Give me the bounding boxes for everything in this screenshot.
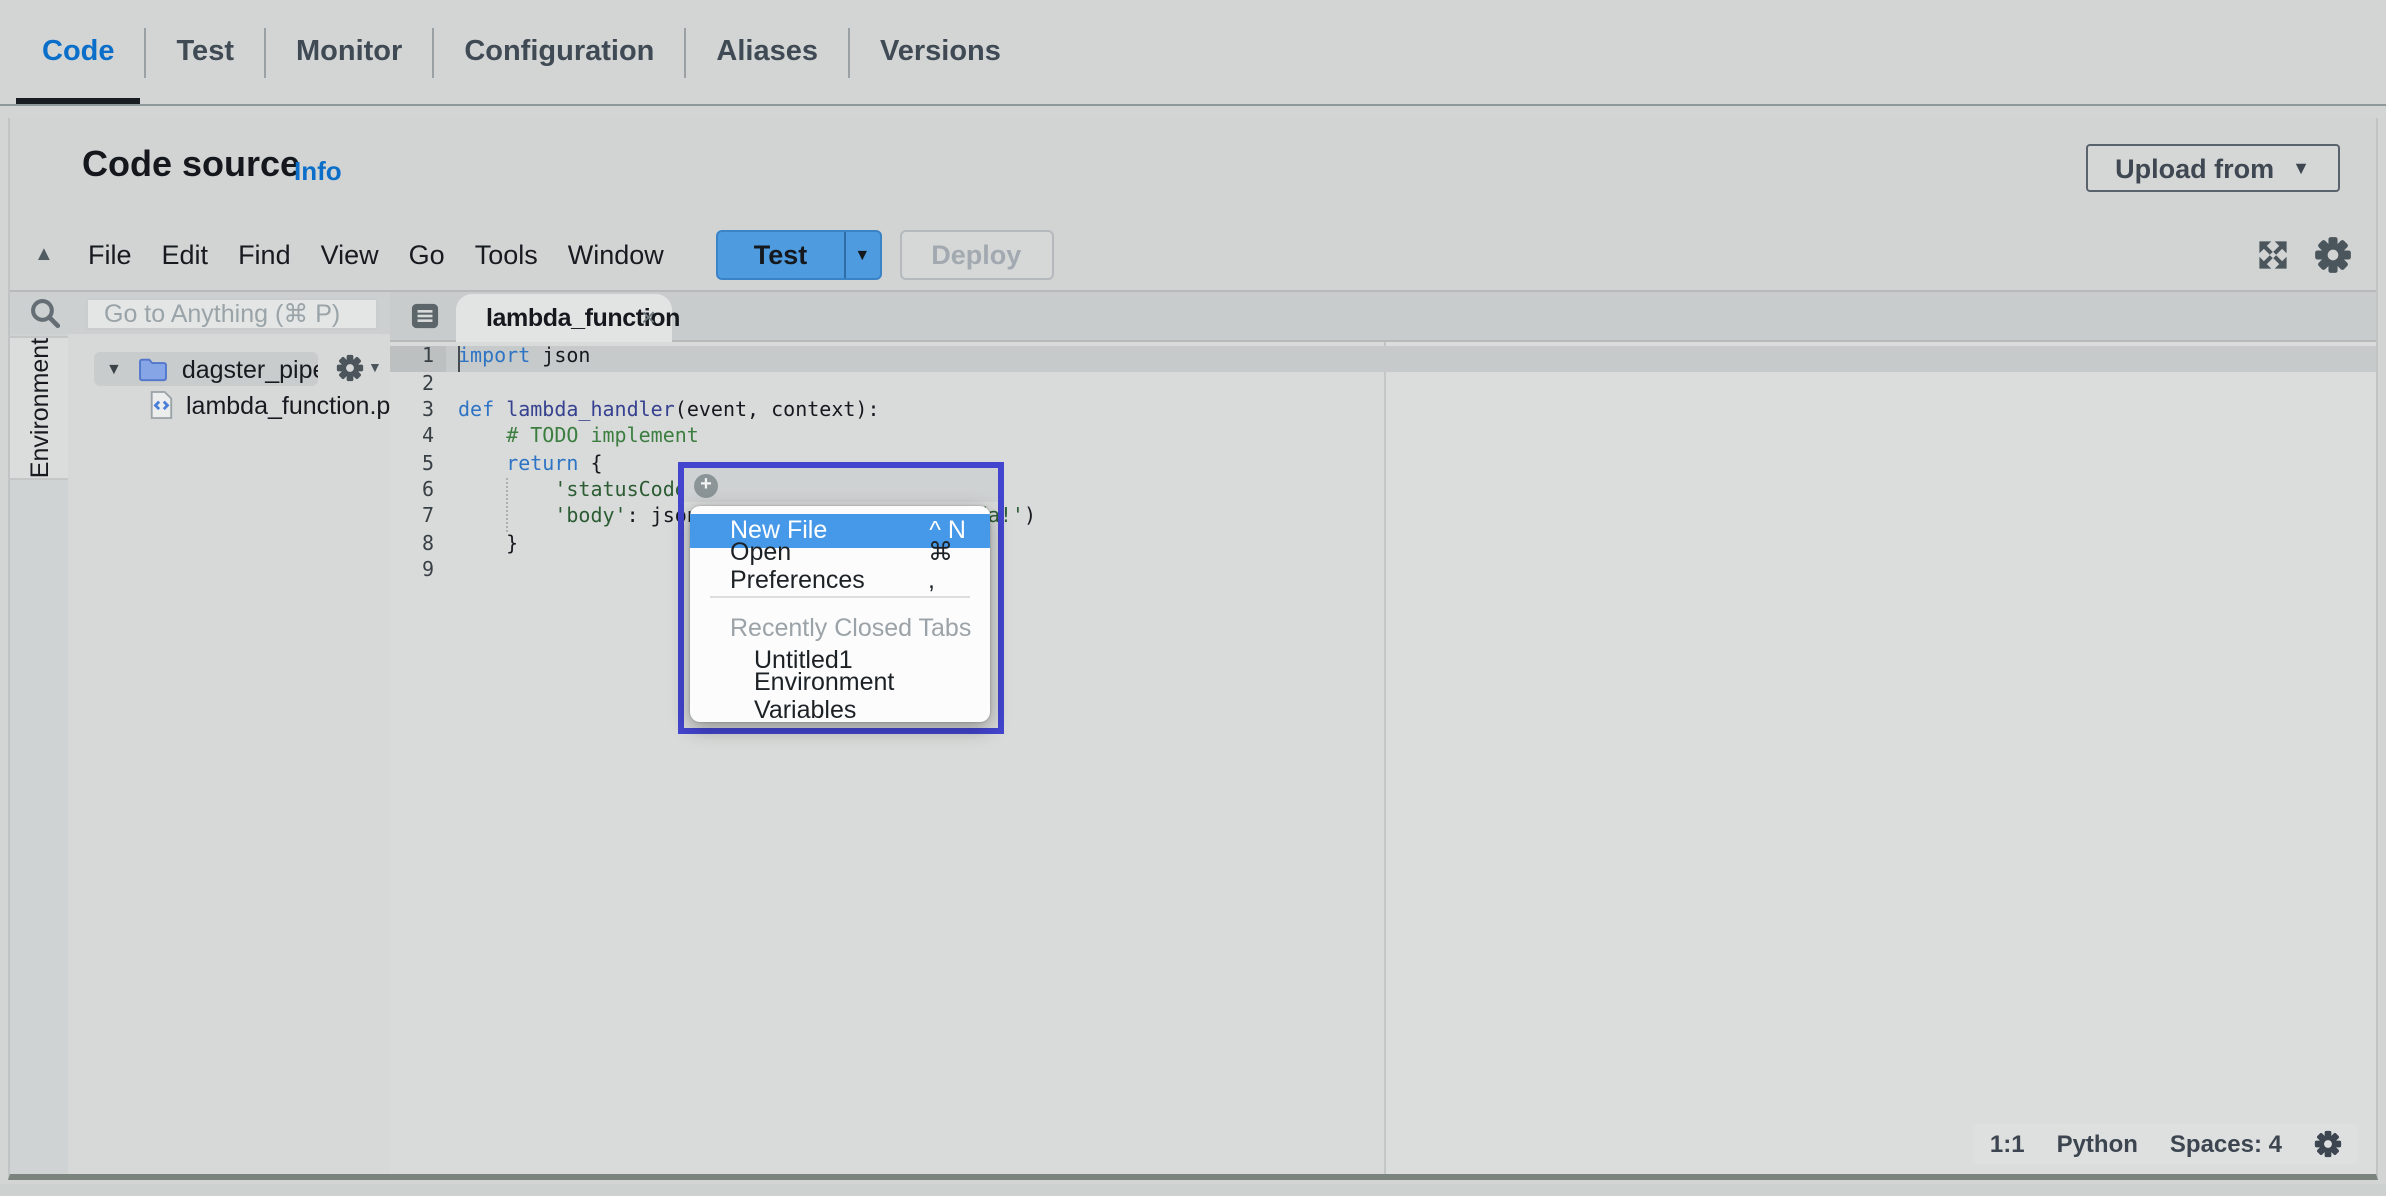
- chevron-down-icon: ▼: [368, 361, 382, 375]
- function-tab-bar: Code Test Monitor Configuration Aliases …: [0, 0, 2386, 106]
- environment-side-tab[interactable]: Environment: [10, 336, 68, 480]
- upload-from-label: Upload from: [2115, 153, 2274, 183]
- environment-side-tab-label: Environment: [25, 338, 53, 478]
- tree-folder-row[interactable]: ▼ dagster_pipes_funct: [94, 352, 318, 386]
- page-bottom-strip: [0, 1184, 2386, 1196]
- chevron-down-icon: ▼: [2292, 158, 2310, 178]
- go-to-anything-input[interactable]: [86, 297, 378, 329]
- menu-file[interactable]: File: [88, 240, 132, 270]
- indentation-setting[interactable]: Spaces: 4: [2170, 1130, 2282, 1158]
- search-icon[interactable]: [28, 296, 62, 330]
- close-tab-icon[interactable]: ×: [641, 302, 656, 332]
- tab-versions[interactable]: Versions: [850, 0, 1031, 104]
- folder-icon: [138, 356, 168, 382]
- code-line: # TODO implement: [458, 425, 2376, 452]
- chevron-down-icon: ▼: [854, 246, 870, 264]
- code-line: import json: [458, 345, 2376, 372]
- fullscreen-icon[interactable]: [2256, 238, 2290, 272]
- side-dock-strip: Environment: [10, 334, 68, 1174]
- tree-folder-label: dagster_pipes_funct: [182, 355, 318, 383]
- python-file-icon: [148, 390, 174, 420]
- tab-context-menu: New File ^ N Open Preferences ⌘ , Recent…: [690, 505, 990, 721]
- editor-menubar: File Edit Find View Go Tools Window: [88, 240, 664, 270]
- tab-code[interactable]: Code: [12, 0, 145, 104]
- gear-icon: [336, 354, 364, 382]
- tab-list-icon[interactable]: [410, 302, 440, 330]
- menu-window[interactable]: Window: [568, 240, 664, 270]
- menu-item-shortcut: ⌘ ,: [928, 537, 966, 595]
- menu-edit[interactable]: Edit: [162, 240, 209, 270]
- menu-divider: [710, 595, 970, 597]
- workspace: Environment ▼ dagster_pipes_funct: [10, 292, 2376, 1174]
- lambda-console-page: Code Test Monitor Configuration Aliases …: [0, 0, 2386, 1196]
- toolbar-right-icons: [2256, 236, 2352, 274]
- deploy-button-label: Deploy: [931, 240, 1021, 270]
- tree-settings-button[interactable]: ▼: [336, 354, 382, 382]
- overlay-tab-strip: [684, 467, 998, 501]
- test-split-button[interactable]: Test ▼: [716, 230, 882, 280]
- menu-find[interactable]: Find: [238, 240, 291, 270]
- menu-tools[interactable]: Tools: [475, 240, 538, 270]
- new-tab-plus-button[interactable]: +: [694, 474, 718, 498]
- code-source-panel: Code source Info Upload from ▼ ▲ File Ed…: [8, 118, 2378, 1180]
- cursor-position[interactable]: 1:1: [1990, 1130, 2025, 1158]
- info-link[interactable]: Info: [294, 156, 342, 186]
- tab-versions-label: Versions: [880, 36, 1001, 68]
- code-line: [458, 371, 2376, 398]
- settings-gear-icon[interactable]: [2314, 236, 2352, 274]
- tab-test-label: Test: [177, 36, 235, 68]
- tab-code-label: Code: [42, 36, 115, 68]
- language-mode[interactable]: Python: [2057, 1130, 2138, 1158]
- new-tab-dropdown-overlay: + New File ^ N Open Preferences ⌘ , Rece…: [678, 461, 1004, 733]
- tab-configuration-label: Configuration: [464, 36, 654, 68]
- tab-test[interactable]: Test: [147, 0, 265, 104]
- tree-file-row[interactable]: lambda_function.py: [148, 390, 403, 420]
- upload-from-button[interactable]: Upload from ▼: [2085, 144, 2340, 192]
- collapse-editor-icon[interactable]: ▲: [34, 244, 62, 266]
- menu-view[interactable]: View: [321, 240, 379, 270]
- code-line: def lambda_handler(event, context):: [458, 398, 2376, 425]
- indent-guide: [506, 478, 508, 532]
- status-gear-icon[interactable]: [2314, 1130, 2342, 1158]
- menu-item-open-preferences[interactable]: Open Preferences ⌘ ,: [690, 548, 990, 583]
- file-tree-panel: ▼ dagster_pipes_funct: [68, 334, 390, 1174]
- test-button-label[interactable]: Test: [718, 232, 844, 278]
- test-dropdown-arrow[interactable]: ▼: [843, 232, 879, 278]
- editor-toolbar: ▲ File Edit Find View Go Tools Window Te…: [10, 220, 2376, 292]
- menu-section-header: Recently Closed Tabs: [690, 611, 990, 643]
- tree-file-label: lambda_function.py: [186, 391, 403, 419]
- page-title: Code source: [82, 144, 300, 186]
- deploy-button[interactable]: Deploy: [899, 230, 1053, 280]
- editor-tab-lambda-function[interactable]: lambda_function ×: [456, 294, 672, 342]
- tab-monitor[interactable]: Monitor: [266, 0, 432, 104]
- menu-item-environment-variables[interactable]: Environment Variables: [690, 678, 990, 713]
- menu-go[interactable]: Go: [409, 240, 445, 270]
- menu-item-label: Open Preferences: [730, 538, 928, 594]
- editor-status-bar: 1:1 Python Spaces: 4: [1974, 1124, 2358, 1164]
- tab-monitor-label: Monitor: [296, 36, 402, 68]
- folder-expanded-caret-icon[interactable]: ▼: [106, 360, 122, 378]
- tab-configuration[interactable]: Configuration: [434, 0, 684, 104]
- code-editor: lambda_function × 123456789 import json …: [390, 292, 2376, 1174]
- active-tab-underline: [16, 97, 141, 104]
- tab-aliases-label: Aliases: [716, 36, 818, 68]
- tab-aliases[interactable]: Aliases: [686, 0, 848, 104]
- editor-tab-bar: lambda_function ×: [390, 292, 2376, 342]
- gutter: 123456789: [390, 345, 446, 585]
